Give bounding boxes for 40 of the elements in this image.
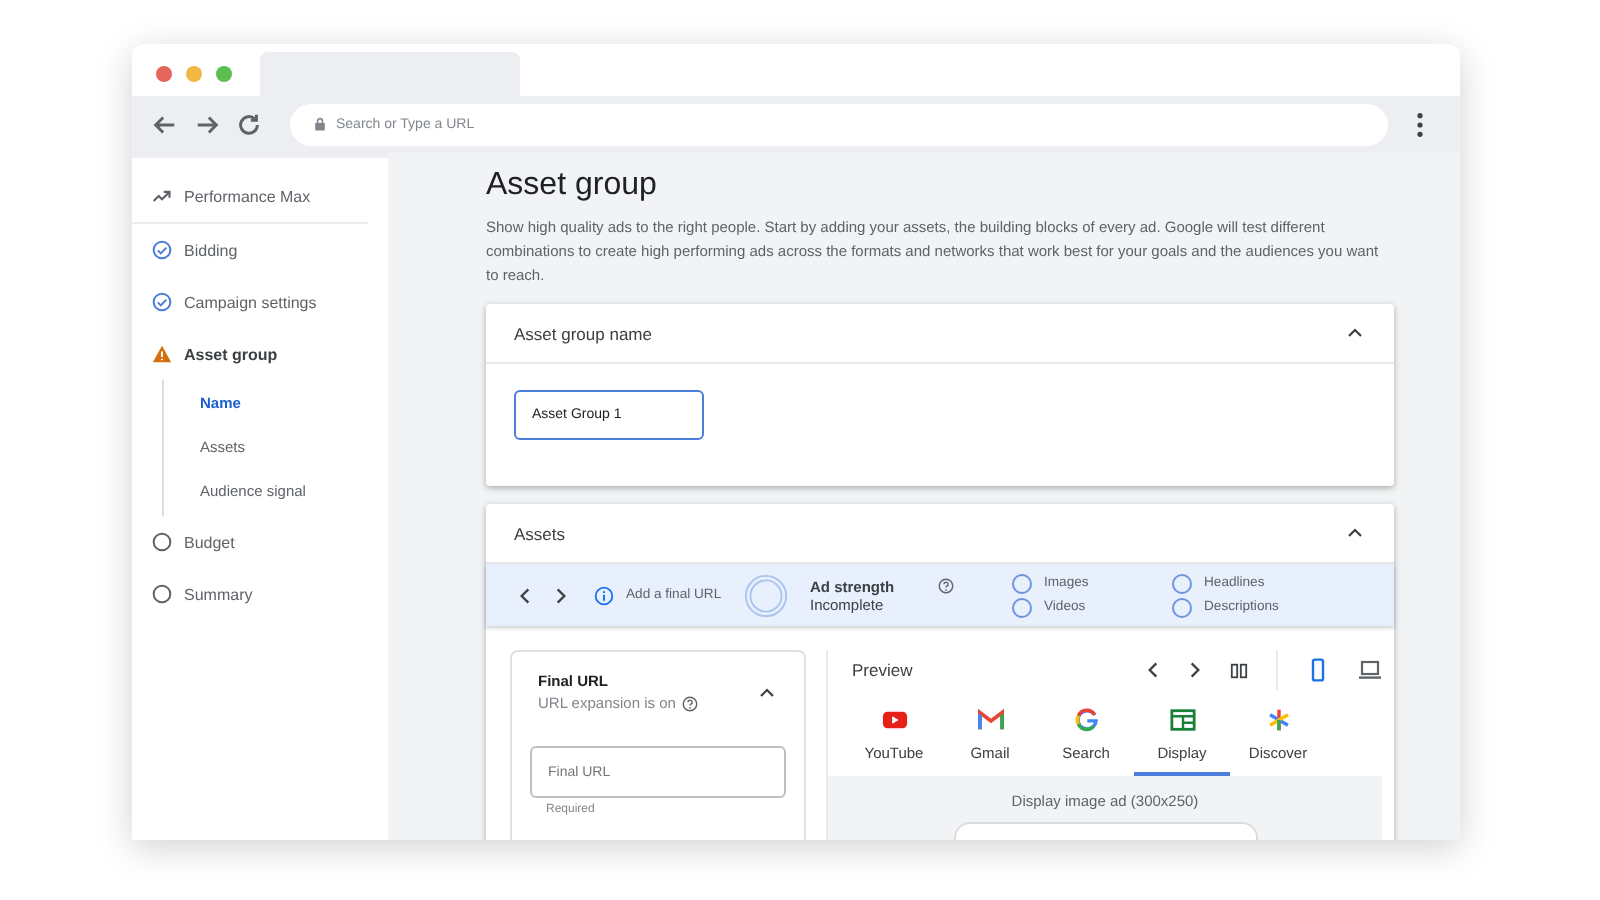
display-window-icon bbox=[1169, 708, 1195, 732]
g-letter-icon bbox=[1073, 708, 1099, 732]
chevron-left-icon[interactable] bbox=[518, 585, 532, 605]
phone-icon[interactable] bbox=[1306, 658, 1330, 682]
chevron-right-icon[interactable] bbox=[1188, 660, 1202, 680]
check-circle-icon bbox=[152, 292, 172, 312]
sidebar-item[interactable]: Performance Max bbox=[132, 170, 368, 224]
sidebar-item[interactable]: Bidding bbox=[132, 224, 388, 276]
close-window-icon[interactable] bbox=[156, 66, 172, 82]
help-icon[interactable] bbox=[937, 578, 954, 594]
sidebar-item[interactable]: Summary bbox=[132, 568, 388, 620]
card-title: Assets bbox=[514, 523, 566, 543]
columns-icon[interactable] bbox=[1230, 661, 1248, 679]
trend-icon bbox=[152, 186, 172, 206]
more-icon[interactable] bbox=[1416, 111, 1424, 137]
chevron-icon[interactable] bbox=[1344, 324, 1366, 342]
sidebar-item[interactable]: Budget bbox=[132, 516, 388, 568]
empty-circle-icon bbox=[152, 584, 172, 604]
back-icon[interactable] bbox=[152, 111, 178, 137]
forward-icon[interactable] bbox=[194, 111, 220, 137]
warning-icon bbox=[152, 344, 172, 364]
preview-title: Preview bbox=[852, 660, 913, 680]
mail-icon bbox=[977, 708, 1003, 732]
asterisk-icon bbox=[1265, 708, 1291, 732]
play-icon bbox=[881, 708, 907, 732]
page-title: Asset group bbox=[486, 168, 659, 204]
strength-ring-icon bbox=[744, 573, 788, 617]
card-title: Asset group name bbox=[514, 323, 652, 343]
info-icon bbox=[594, 585, 614, 605]
sidebar-item[interactable]: Asset group bbox=[132, 328, 388, 380]
chevron-icon[interactable] bbox=[1344, 524, 1366, 542]
reload-icon[interactable] bbox=[236, 111, 262, 137]
empty-circle-icon bbox=[152, 532, 172, 552]
laptop-icon[interactable] bbox=[1358, 658, 1382, 682]
sidebar-item[interactable]: Campaign settings bbox=[132, 276, 388, 328]
chevron-right-icon[interactable] bbox=[554, 585, 568, 605]
help-icon[interactable] bbox=[681, 695, 698, 711]
check-circle-icon bbox=[152, 240, 172, 260]
chevron-left-icon[interactable] bbox=[1146, 660, 1160, 680]
chevron-icon[interactable] bbox=[756, 683, 778, 701]
